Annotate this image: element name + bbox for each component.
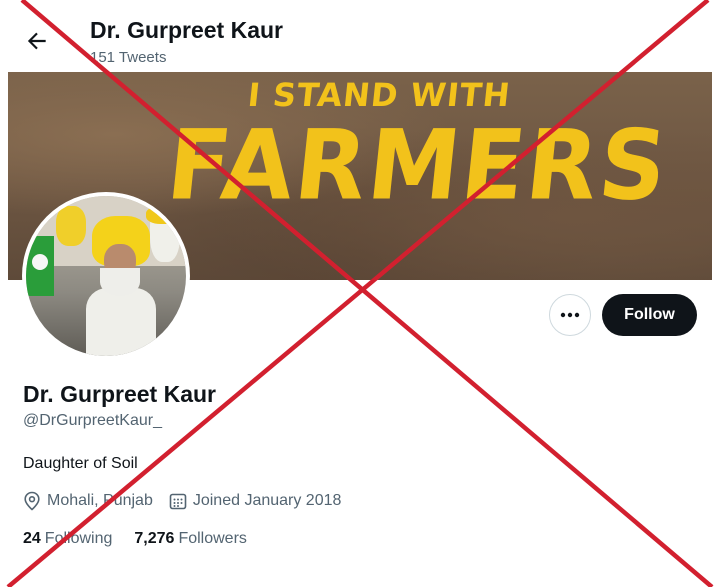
location-item: Mohali, Punjab [23, 491, 153, 511]
avatar-photo [26, 196, 186, 356]
more-options-button[interactable] [549, 294, 591, 336]
bio: Daughter of Soil [23, 455, 138, 472]
calendar-icon [169, 493, 187, 510]
profile-meta: Mohali, Punjab Joined January 2018 [23, 490, 357, 512]
back-arrow-icon[interactable] [24, 28, 50, 54]
joined-text: Joined January 2018 [192, 492, 342, 509]
location-pin-icon [24, 491, 40, 511]
follow-counts: 24 Following 7,276 Followers [23, 530, 269, 548]
followers-label: Followers [178, 530, 247, 547]
following-count: 24 [23, 530, 41, 547]
joined-item: Joined January 2018 [169, 492, 342, 510]
following-label: Following [44, 530, 113, 547]
followers-count: 7,276 [134, 530, 175, 547]
tweet-count: 151 Tweets [90, 49, 167, 66]
banner-text-line1: I STAND WITH [246, 76, 513, 114]
avatar[interactable] [22, 192, 190, 360]
user-handle: @DrGurpreetKaur_ [23, 412, 162, 429]
followers-link[interactable]: 7,276 Followers [134, 530, 247, 548]
more-dots-icon [560, 312, 580, 318]
profile-top-bar: Dr. Gurpreet Kaur 151 Tweets [0, 0, 720, 72]
display-name: Dr. Gurpreet Kaur [23, 381, 216, 407]
following-link[interactable]: 24 Following [23, 530, 112, 548]
location-text: Mohali, Punjab [47, 492, 153, 509]
header-name: Dr. Gurpreet Kaur [90, 17, 283, 43]
banner-text-line2: FARMERS [162, 109, 674, 222]
follow-button[interactable]: Follow [602, 294, 697, 336]
